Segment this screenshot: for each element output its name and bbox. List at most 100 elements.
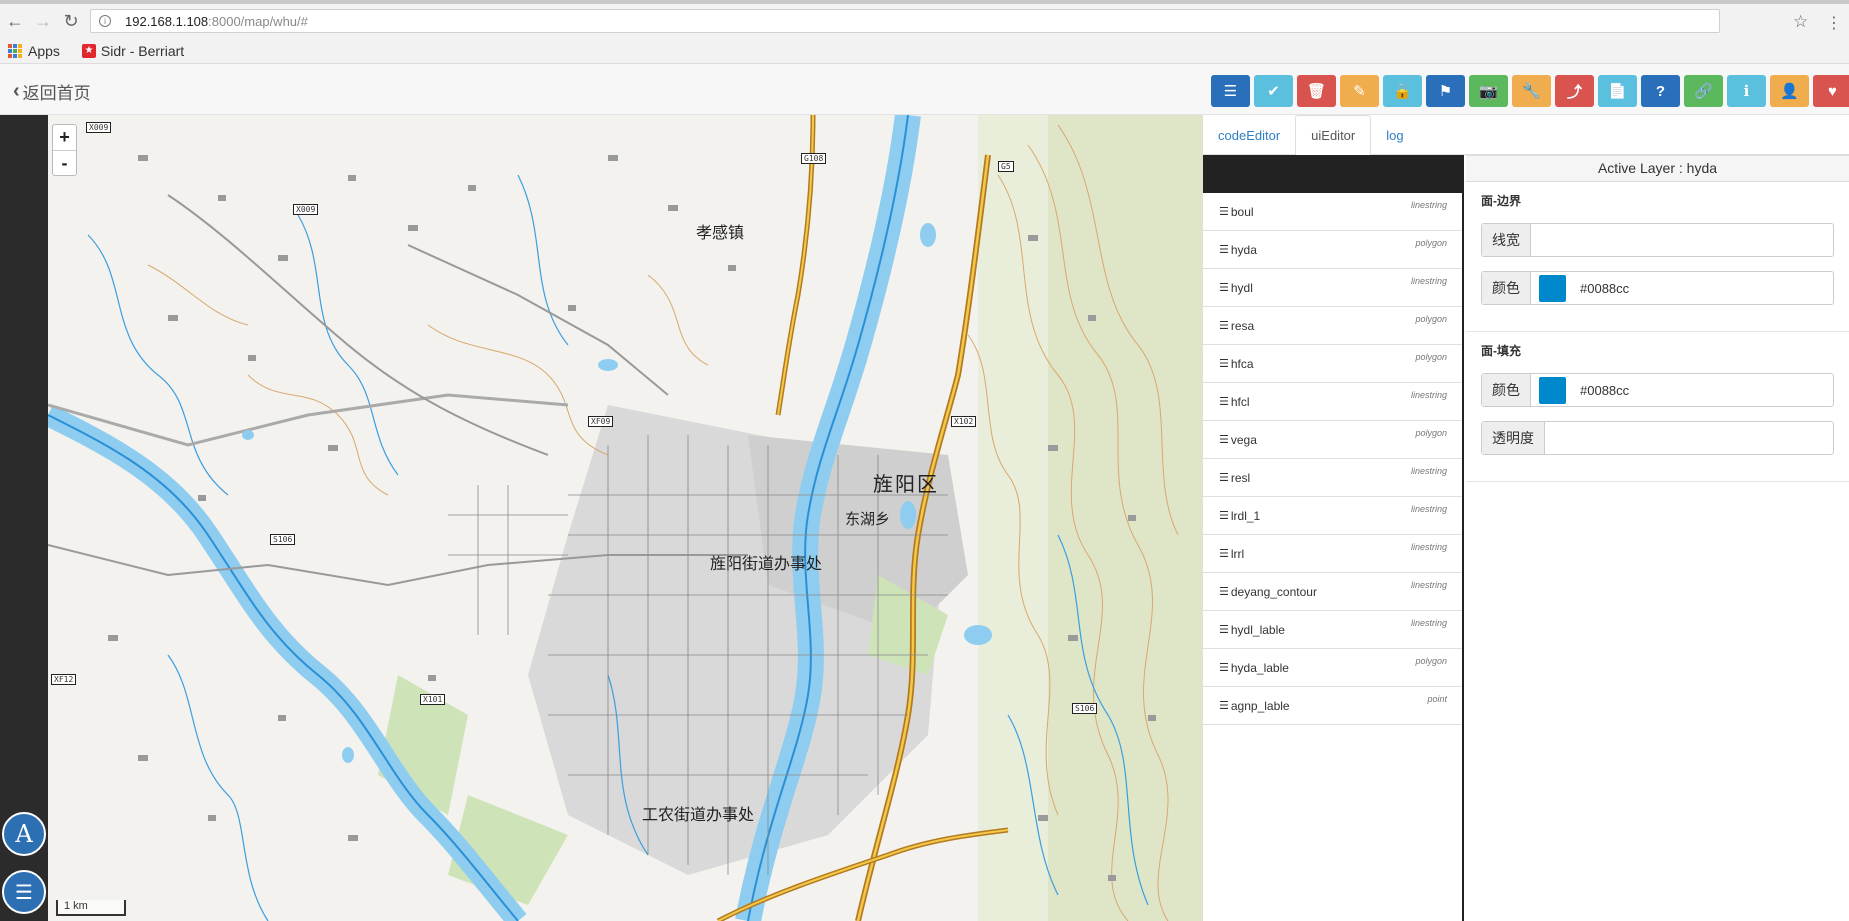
layer-stack-icon: ☰ <box>1219 624 1229 636</box>
pencil-button[interactable]: ✎ <box>1340 75 1379 107</box>
layer-item-vega[interactable]: ☰ vega polygon <box>1203 421 1462 459</box>
line-width-input[interactable] <box>1531 224 1833 256</box>
road-shield: X102 <box>951 416 977 427</box>
layer-type: point <box>1427 694 1447 704</box>
bookmark-star-icon[interactable]: ☆ <box>1793 12 1808 32</box>
layer-name: vega <box>1230 432 1257 447</box>
wrench-button[interactable]: 🔧 <box>1512 75 1551 107</box>
lock-icon: 🔒 <box>1393 83 1412 100</box>
trash-button[interactable]: 🗑 <box>1297 75 1336 107</box>
layer-stack-icon: ☰ <box>1219 320 1229 332</box>
map-label-gongnong: 工农街道办事处 <box>642 805 755 824</box>
layer-item-hyda_lable[interactable]: ☰ hyda_lable polygon <box>1203 649 1462 687</box>
layer-name: resa <box>1230 318 1255 333</box>
pencil-icon: ✎ <box>1353 83 1366 100</box>
heart-icon: ♥ <box>1828 82 1837 100</box>
opacity-field: 透明度 <box>1481 421 1834 455</box>
share-button[interactable]: ⤴ <box>1555 75 1594 107</box>
link-button[interactable]: 🔗 <box>1684 75 1723 107</box>
fill-color-field: 颜色 #0088cc <box>1481 373 1834 407</box>
info-icon[interactable]: i <box>99 15 111 27</box>
layer-item-hfca[interactable]: ☰ hfca polygon <box>1203 345 1462 383</box>
back-home-link[interactable]: ‹ 返回首页 <box>13 79 91 104</box>
road-shield: S106 <box>270 534 296 545</box>
map-label-jingyang-qu: 旌阳区 <box>873 472 939 496</box>
layer-stack-icon: ☰ <box>1219 282 1229 294</box>
road-shield: S106 <box>1072 703 1098 714</box>
camera-button[interactable]: 📷 <box>1469 75 1508 107</box>
chevron-left-icon: ‹ <box>13 80 20 102</box>
flag-button[interactable]: ⚑ <box>1426 75 1465 107</box>
info-button[interactable]: ℹ <box>1727 75 1766 107</box>
wrench-icon: 🔧 <box>1522 83 1541 100</box>
lock-button[interactable]: 🔒 <box>1383 75 1422 107</box>
back-arrow-icon[interactable]: ← <box>2 8 28 34</box>
layer-list: ☰ boul linestring ☰ hyda polygon ☰ hydl linestri… <box>1203 155 1464 921</box>
layer-item-hyda[interactable]: ☰ hyda polygon <box>1203 231 1462 269</box>
border-color-input[interactable]: #0088cc <box>1531 272 1833 304</box>
toolbar: ☰ ✔ 🗑 ✎ 🔒 ⚑ 📷 🔧 ⤴ 📄? 🔗 ℹ 👤 ♥ <box>1211 75 1849 107</box>
layer-stack-icon: ☰ <box>1219 434 1229 446</box>
layer-item-hfcl[interactable]: ☰ hfcl linestring <box>1203 383 1462 421</box>
zoom-out-button[interactable]: - <box>53 150 76 175</box>
tab-uieditor[interactable]: uiEditor <box>1295 115 1372 156</box>
layer-name: hyda_lable <box>1230 660 1289 675</box>
opacity-input[interactable] <box>1545 422 1833 454</box>
layer-item-boul[interactable]: ☰ boul linestring <box>1203 193 1462 231</box>
road-shield: G108 <box>801 153 827 164</box>
map-label-jingyang-jd: 旌阳街道办事处 <box>710 554 823 573</box>
left-sidebar <box>0 115 48 921</box>
layer-type: polygon <box>1415 352 1447 362</box>
fill-color-input[interactable]: #0088cc <box>1531 374 1833 406</box>
layer-stack-icon: ☰ <box>1219 662 1229 674</box>
border-color-field: 颜色 #0088cc <box>1481 271 1834 305</box>
layer-type: linestring <box>1410 276 1447 286</box>
layer-item-agnp_lable[interactable]: ☰ agnp_lable point <box>1203 687 1462 725</box>
layer-item-lrrl[interactable]: ☰ lrrl linestring <box>1203 535 1462 573</box>
heart-button[interactable]: ♥ <box>1813 75 1849 107</box>
list-icon: ☰ <box>15 881 33 904</box>
check-icon: ✔ <box>1267 83 1280 100</box>
layer-stack-icon: ☰ <box>1219 548 1229 560</box>
line-width-label: 线宽 <box>1482 224 1531 256</box>
layer-item-hydl_lable[interactable]: ☰ hydl_lable linestring <box>1203 611 1462 649</box>
reload-icon[interactable]: ↻ <box>58 8 84 34</box>
document-button[interactable]: 📄 <box>1598 75 1637 107</box>
tab-log[interactable]: log <box>1371 115 1418 155</box>
layer-type: linestring <box>1410 504 1447 514</box>
bookmark-sidr[interactable]: ★ Sidr - Berriart <box>81 43 184 59</box>
layer-item-hydl[interactable]: ☰ hydl linestring <box>1203 269 1462 307</box>
trash-icon: 🗑 <box>1306 83 1327 100</box>
editor-panel: codeEditor uiEditor log ☰ boul linestring ☰… <box>1203 115 1849 921</box>
layer-item-resa[interactable]: ☰ resa polygon <box>1203 307 1462 345</box>
layer-name: deyang_contour <box>1230 584 1317 599</box>
question-icon: ? <box>1655 82 1666 100</box>
tab-codeeditor[interactable]: codeEditor <box>1203 115 1295 155</box>
info-icon: ℹ <box>1743 83 1750 100</box>
map-canvas[interactable]: 孝感镇 旌阳区 东湖乡 旌阳街道办事处 工农街道办事处 G108 G5 X102… <box>48 115 1203 921</box>
question-button[interactable]: ? <box>1641 75 1680 107</box>
border-color-swatch[interactable] <box>1539 274 1566 302</box>
layer-item-deyang_contour[interactable]: ☰ deyang_contour linestring <box>1203 573 1462 611</box>
url-host: 192.168.1.108 <box>125 13 209 29</box>
user-button[interactable]: 👤 <box>1770 75 1809 107</box>
forward-arrow-icon[interactable]: → <box>30 8 56 34</box>
layer-item-resl[interactable]: ☰ resl linestring <box>1203 459 1462 497</box>
layer-stack-icon: ☰ <box>1219 358 1229 370</box>
fill-color-swatch[interactable] <box>1539 376 1566 404</box>
app-header: ‹ 返回首页 ☰ ✔ 🗑 ✎ 🔒 ⚑ 📷 🔧 ⤴ 📄? 🔗 ℹ 👤 ♥ <box>0 64 1849 115</box>
layer-item-lrdl_1[interactable]: ☰ lrdl_1 linestring <box>1203 497 1462 535</box>
zoom-in-button[interactable]: + <box>53 125 76 150</box>
list-circle-button[interactable]: ☰ <box>2 870 46 914</box>
layer-type: linestring <box>1410 200 1447 210</box>
star-favicon-icon: ★ <box>81 43 96 58</box>
bookmark-apps[interactable]: Apps <box>8 43 60 59</box>
menu-dots-icon[interactable]: ⋮ <box>1826 13 1842 33</box>
layer-type: polygon <box>1415 238 1447 248</box>
layer-stack-icon: ☰ <box>1219 586 1229 598</box>
list-button[interactable]: ☰ <box>1211 75 1250 107</box>
check-button[interactable]: ✔ <box>1254 75 1293 107</box>
address-bar[interactable]: i 192.168.1.108:8000/map/whu/# <box>90 9 1720 33</box>
bookmark-apps-label: Apps <box>28 42 60 59</box>
a-circle-button[interactable]: A <box>2 812 46 856</box>
